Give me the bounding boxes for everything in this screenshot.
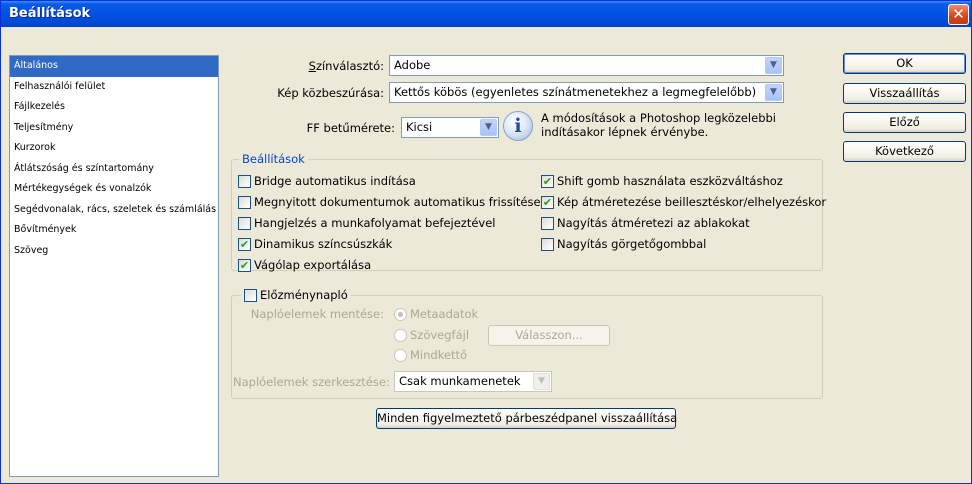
interpolation-label: Kép közbeszúrása:: [277, 85, 384, 100]
checkbox-box: ✔: [541, 195, 554, 209]
option-checkbox[interactable]: Nagyítás görgetőgombbal: [541, 237, 706, 251]
close-icon: ✕: [952, 5, 965, 23]
ui-font-size-select[interactable]: Kicsi ▼: [401, 117, 499, 138]
option-label: Bridge automatikus indítása: [254, 174, 416, 188]
option-checkbox[interactable]: ✔ Kép átméretezése beillesztéskor/elhelye…: [541, 195, 826, 209]
restart-notice: A módosítások a Photoshop legközelebbi i…: [541, 111, 776, 139]
option-label: Kép átméretezése beillesztéskor/elhelyez…: [557, 195, 827, 209]
radio-icon: [394, 328, 407, 342]
radio-both-label: Mindkettő: [410, 348, 468, 362]
option-label: Vágólap exportálása: [254, 258, 372, 272]
sidebar-item[interactable]: Felhasználói felület: [10, 77, 218, 98]
history-edit-row: Naplóelemek szerkesztése: Csak munkamene…: [233, 371, 552, 392]
history-log-checkbox[interactable]: Előzménynapló: [241, 288, 351, 302]
chevron-down-icon: ▼: [765, 57, 782, 74]
options-group-title: Beállítások: [239, 152, 308, 166]
ui-font-size-label: FF betűmérete:: [306, 120, 395, 135]
sidebar-item[interactable]: Szöveg: [10, 241, 218, 262]
close-button[interactable]: ✕: [948, 4, 969, 25]
color-picker-label: Színválasztó:: [308, 58, 384, 73]
sidebar-item[interactable]: Fájlkezelés: [10, 97, 218, 118]
title-bar[interactable]: Beállítások ✕: [1, 1, 971, 27]
choose-file-button[interactable]: Válasszon...: [488, 325, 610, 346]
history-log-label: Előzménynapló: [260, 288, 348, 302]
info-icon: i: [503, 111, 533, 141]
radio-metadata[interactable]: Metaadatok: [394, 307, 478, 321]
ok-button[interactable]: OK: [843, 53, 966, 74]
window-title: Beállítások: [9, 6, 91, 21]
radio-icon: [394, 348, 407, 362]
option-label: Dinamikus színcsúszkák: [254, 237, 393, 251]
radio-both[interactable]: Mindkettő: [394, 348, 467, 362]
radio-textfile-label: Szövegfájl: [410, 328, 470, 342]
interpolation-select[interactable]: Kettős köbös (egyenletes színátmenetekhe…: [389, 82, 784, 103]
history-edit-value: Csak munkamenetek: [399, 374, 521, 388]
chevron-down-icon: ▼: [533, 373, 550, 390]
reset-button[interactable]: Visszaállítás: [843, 83, 966, 104]
option-checkbox[interactable]: Bridge automatikus indítása: [238, 174, 416, 188]
checkbox-box: [238, 195, 251, 209]
checkbox-box: [541, 216, 554, 230]
radio-icon: [394, 307, 407, 321]
checkbox-box: ✔: [541, 174, 554, 188]
color-picker-select[interactable]: Adobe ▼: [389, 55, 784, 76]
reset-warnings-button[interactable]: Minden figyelmeztető párbeszédpanel viss…: [376, 408, 677, 429]
option-checkbox[interactable]: Hangjelzés a munkafolyamat befejeztével: [238, 216, 496, 230]
history-save-label: Naplóelemek mentése:: [250, 307, 384, 321]
checkbox-box: ✔: [238, 258, 251, 272]
option-label: Megnyitott dokumentumok automatikus fris…: [254, 195, 541, 209]
option-label: Hangjelzés a munkafolyamat befejeztével: [254, 216, 496, 230]
sidebar-item[interactable]: Bővítmények: [10, 220, 218, 241]
sidebar-item[interactable]: Teljesítmény: [10, 118, 218, 139]
history-edit-select[interactable]: Csak munkamenetek ▼: [394, 371, 552, 392]
sidebar-item[interactable]: Kurzorok: [10, 138, 218, 159]
checkbox-box: [238, 216, 251, 230]
prev-button[interactable]: Előző: [843, 112, 966, 133]
option-label: Shift gomb használata eszközváltáshoz: [557, 174, 783, 188]
option-label: Nagyítás görgetőgombbal: [557, 237, 707, 251]
sidebar-item[interactable]: Általános: [10, 56, 218, 77]
color-picker-row: Színválasztó: Adobe ▼: [229, 55, 784, 76]
option-checkbox[interactable]: ✔ Vágólap exportálása: [238, 258, 371, 272]
radio-metadata-label: Metaadatok: [410, 307, 479, 321]
option-checkbox[interactable]: Nagyítás átméretezi az ablakokat: [541, 216, 750, 230]
option-label: Nagyítás átméretezi az ablakokat: [557, 216, 750, 230]
color-picker-value: Adobe: [394, 58, 431, 72]
sidebar-item[interactable]: Segédvonalak, rács, szeletek és számlálá…: [10, 200, 218, 221]
chevron-down-icon: ▼: [480, 119, 497, 136]
category-list[interactable]: Általános Felhasználói felület Fájlkezelés…: [9, 55, 219, 477]
ui-font-size-value: Kicsi: [406, 120, 433, 134]
interpolation-value: Kettős köbös (egyenletes színátmenetekhe…: [394, 85, 757, 99]
sidebar-item[interactable]: Átlátszóság és színtartomány: [10, 159, 218, 180]
history-edit-label: Naplóelemek szerkesztése:: [233, 374, 390, 389]
sidebar-item[interactable]: Mértékegységek és vonalzók: [10, 179, 218, 200]
checkbox-box: [244, 288, 257, 302]
preferences-dialog: Beállítások ✕ Általános Felhasználói felü…: [0, 0, 972, 484]
checkbox-box: [238, 174, 251, 188]
radio-textfile[interactable]: Szövegfájl: [394, 328, 469, 342]
ui-font-size-row: FF betűmérete: Kicsi ▼: [229, 117, 499, 138]
option-checkbox[interactable]: ✔ Dinamikus színcsúszkák: [238, 237, 392, 251]
option-checkbox[interactable]: Megnyitott dokumentumok automatikus fris…: [238, 195, 541, 209]
checkbox-box: ✔: [238, 237, 251, 251]
option-checkbox[interactable]: ✔ Shift gomb használata eszközváltáshoz: [541, 174, 783, 188]
chevron-down-icon: ▼: [765, 84, 782, 101]
history-save-row: Naplóelemek mentése:: [241, 307, 384, 321]
next-button[interactable]: Következő: [843, 141, 966, 162]
checkbox-box: [541, 237, 554, 251]
interpolation-row: Kép közbeszúrása: Kettős köbös (egyenlet…: [229, 82, 784, 103]
